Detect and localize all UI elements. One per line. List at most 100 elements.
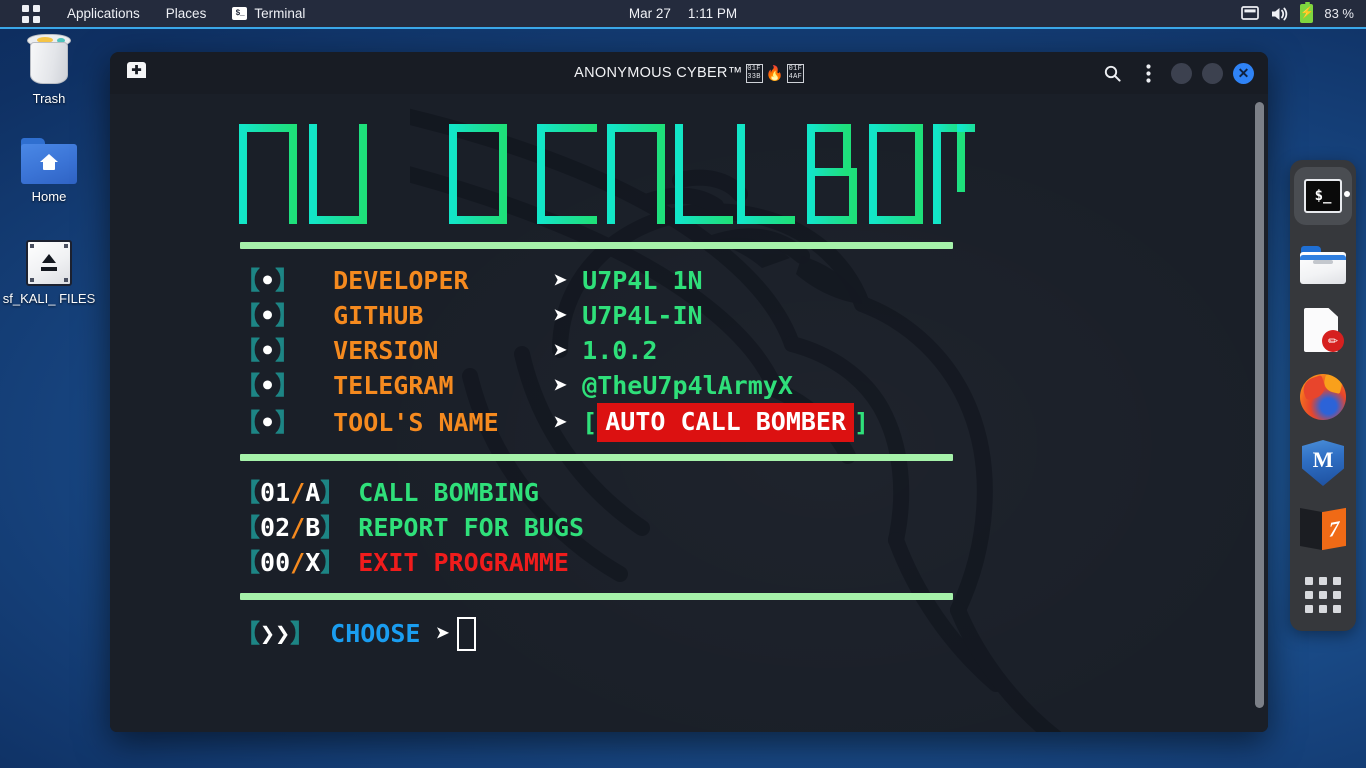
date-label: Mar 27 [628, 6, 671, 21]
info-value: U7P4L 1N [582, 266, 703, 295]
menu-item-exit[interactable]: 【 00 / X 】 EXIT PROGRAMME [235, 545, 1268, 580]
clock-area[interactable]: Mar 27 1:11 PM [629, 6, 737, 21]
dock-item-show-apps[interactable] [1297, 569, 1349, 621]
dock-item-terminal[interactable]: $_ [1294, 167, 1352, 225]
text-editor-icon: ✏ [1302, 308, 1344, 354]
menu-number: 02 [260, 513, 291, 542]
desktop-icon-label: sf_KALI_ FILES [2, 291, 96, 306]
prompt-input-cursor[interactable] [456, 616, 476, 651]
tool-name-highlight: AUTO CALL BOMBER [597, 403, 855, 442]
bracket-open: 【 [235, 266, 261, 295]
separator-line-middle [240, 454, 953, 461]
prompt-label: CHOOSE [330, 619, 421, 648]
bracket-open: 【 [235, 513, 261, 542]
terminal-window-button[interactable]: $_ Terminal [219, 0, 318, 27]
desktop-icon-trash[interactable]: Trash [1, 34, 97, 106]
system-tray[interactable]: ⚡ 83 % [1241, 0, 1354, 27]
dock-item-burpsuite[interactable]: 7 [1297, 503, 1349, 555]
wrap-bracket-open: [ [582, 408, 598, 437]
info-value: @TheU7p4lArmyX [582, 371, 793, 400]
chevrons-icon: ❯❯ [260, 619, 291, 648]
home-folder-icon [21, 138, 77, 184]
desktop-icon-home[interactable]: Home [1, 138, 97, 204]
window-title: ANONYMOUS CYBER™ 01F 33B 🔥 01F 4AF [110, 63, 1268, 83]
favorites-dock[interactable]: $_ ✏ M 7 [1290, 160, 1356, 631]
window-title-text: ANONYMOUS CYBER™ [574, 65, 743, 81]
separator-line-bottom [240, 593, 953, 600]
info-row-version: 【 • 】 VERSION ➤ 1.0.2 [235, 333, 1268, 368]
desktop-icon-label: Trash [32, 91, 66, 106]
activities-grid-button[interactable] [0, 0, 54, 27]
menu-number: 01 [260, 478, 291, 507]
desktop-icon-sf-kali-files[interactable]: sf_KALI_ FILES [1, 240, 97, 306]
bracket-open: 【 [235, 408, 261, 437]
running-indicator-dot [1344, 191, 1350, 197]
missing-glyph-box-1: 01F 33B [745, 63, 763, 83]
arrow-icon: ➤ [553, 266, 569, 295]
choose-prompt[interactable]: 【 ❯❯ 】 CHOOSE ➤ [235, 616, 1268, 651]
display-icon[interactable] [1241, 6, 1260, 21]
info-row-github: 【 • 】 GITHUB ➤ U7P4L-IN [235, 298, 1268, 333]
window-titlebar[interactable]: ✚ ANONYMOUS CYBER™ 01F 33B 🔥 01F 4AF ✕ [110, 52, 1268, 94]
bullet-icon: • [260, 266, 276, 295]
wrap-bracket-close: ] [854, 408, 870, 437]
fire-emoji-icon: 🔥 [765, 65, 784, 82]
app-grid-icon [1305, 577, 1341, 613]
trash-icon [24, 34, 74, 86]
dock-item-firefox[interactable] [1297, 371, 1349, 423]
battery-charging-icon[interactable]: ⚡ [1300, 2, 1314, 23]
firefox-icon [1300, 374, 1346, 420]
bracket-close: 】 [320, 548, 346, 577]
arrow-icon: ➤ [553, 336, 569, 365]
close-button[interactable]: ✕ [1233, 62, 1254, 84]
desktop-icon-label: Home [31, 189, 67, 204]
window-controls[interactable]: ✕ [1099, 60, 1254, 86]
minimize-button[interactable] [1171, 62, 1192, 84]
menu-label: REPORT FOR BUGS [358, 513, 585, 542]
info-value: 1.0.2 [582, 336, 658, 365]
info-label: TELEGRAM [333, 371, 454, 400]
info-label: DEVELOPER [333, 266, 469, 295]
missing-glyph-box-2: 01F 4AF [786, 63, 804, 83]
search-icon[interactable] [1099, 60, 1125, 86]
bracket-close: 】 [275, 266, 301, 295]
info-label: GITHUB [333, 301, 424, 330]
bracket-close: 】 [275, 371, 301, 400]
maximize-button[interactable] [1202, 62, 1223, 84]
dock-item-text-editor[interactable]: ✏ [1297, 305, 1349, 357]
terminal-window[interactable]: ✚ ANONYMOUS CYBER™ 01F 33B 🔥 01F 4AF ✕ 【… [110, 52, 1268, 732]
burpsuite-letter: 7 [1322, 507, 1346, 551]
dock-item-metasploit[interactable]: M [1297, 437, 1349, 489]
menu-number: 00 [260, 548, 291, 577]
bracket-close: 】 [275, 408, 301, 437]
arrow-icon: ➤ [553, 301, 569, 330]
volume-icon[interactable] [1270, 6, 1289, 22]
kebab-menu-icon[interactable] [1135, 60, 1161, 86]
info-label: VERSION [333, 336, 439, 365]
metasploit-icon: M [1302, 440, 1344, 486]
terminal-icon: $_ [232, 7, 248, 20]
bullet-icon: • [260, 371, 276, 400]
terminal-content[interactable]: 【 • 】 DEVELOPER ➤ U7P4L 1N 【 • 】 GITHUB … [110, 94, 1268, 732]
menu-label: EXIT PROGRAMME [358, 548, 569, 577]
bullet-icon: • [260, 408, 276, 437]
dock-item-files[interactable] [1297, 239, 1349, 291]
ascii-banner [235, 116, 1268, 228]
bullet-icon: • [260, 336, 276, 365]
info-row-telegram: 【 • 】 TELEGRAM ➤ @TheU7p4lArmyX [235, 368, 1268, 403]
menu-key: A [305, 478, 321, 507]
menu-item-report-bugs[interactable]: 【 02 / B 】 REPORT FOR BUGS [235, 510, 1268, 545]
separator-line-top [240, 242, 953, 249]
menu-key: B [305, 513, 321, 542]
bracket-open: 【 [235, 478, 261, 507]
applications-menu[interactable]: Applications [54, 0, 153, 27]
menu-item-call-bombing[interactable]: 【 01 / A 】 CALL BOMBING [235, 475, 1268, 510]
bracket-close: 】 [320, 478, 346, 507]
bracket-close: 】 [275, 301, 301, 330]
places-menu[interactable]: Places [153, 0, 220, 27]
bracket-open: 【 [235, 371, 261, 400]
metasploit-letter: M [1302, 440, 1344, 486]
bracket-close: 】 [290, 619, 316, 648]
menu-key: X [305, 548, 321, 577]
arrow-icon: ➤ [435, 619, 451, 648]
